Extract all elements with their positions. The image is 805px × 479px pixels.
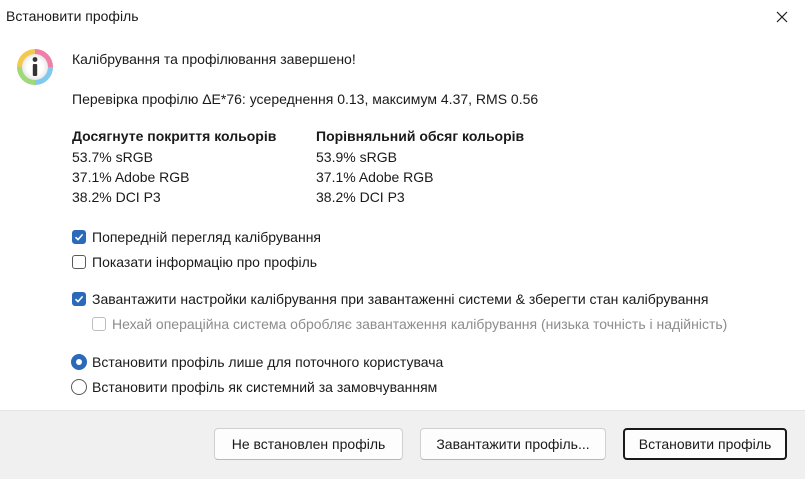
os-handles-calibration-label[interactable]: Нехай операційна система обробляє завант…	[112, 315, 727, 333]
dialog-content: Калібрування та профілювання завершено! …	[0, 34, 805, 410]
checkmark-icon	[74, 233, 84, 241]
headline: Калібрування та профілювання завершено!	[72, 51, 356, 67]
load-profile-button[interactable]: Завантажити профіль...	[420, 428, 606, 460]
install-profile-button[interactable]: Встановити профіль	[623, 428, 787, 460]
volume-dci-p3: 38.2% DCI P3	[316, 189, 405, 205]
install-system-default-radio[interactable]	[71, 379, 87, 395]
profile-check-result: Перевірка профілю ΔE*76: усереднення 0.1…	[72, 91, 539, 107]
preview-calibration-checkbox[interactable]	[72, 230, 86, 244]
install-current-user-radio[interactable]	[71, 354, 87, 370]
coverage-dci-p3: 38.2% DCI P3	[72, 189, 161, 205]
install-current-user-label[interactable]: Встановити профіль лише для поточного ко…	[92, 353, 443, 371]
coverage-header: Досягнуте покриття кольорів	[72, 128, 277, 144]
show-profile-info-label[interactable]: Показати інформацію про профіль	[92, 253, 317, 271]
show-profile-info-checkbox[interactable]	[72, 255, 86, 269]
preview-calibration-label[interactable]: Попередній перегляд калібрування	[92, 228, 321, 246]
window-title: Встановити профіль	[6, 8, 139, 24]
volume-srgb: 53.9% sRGB	[316, 149, 397, 165]
title-bar: Встановити профіль	[0, 0, 805, 34]
os-handles-calibration-checkbox[interactable]	[92, 317, 106, 331]
install-system-default-label[interactable]: Встановити профіль як системний за замов…	[92, 378, 437, 396]
volume-header: Порівняльний обсяг кольорів	[316, 128, 525, 144]
checkmark-icon	[74, 295, 84, 303]
close-icon	[776, 11, 788, 23]
load-on-startup-label[interactable]: Завантажити настройки калібрування при з…	[92, 290, 708, 308]
volume-adobe-rgb: 37.1% Adobe RGB	[316, 169, 434, 185]
coverage-srgb: 53.7% sRGB	[72, 149, 153, 165]
load-on-startup-checkbox[interactable]	[72, 292, 86, 306]
not-installed-profile-button[interactable]: Не встановлен профіль	[214, 428, 403, 460]
close-button[interactable]	[759, 0, 805, 34]
info-icon	[17, 49, 53, 85]
button-bar: Не встановлен профіль Завантажити профіл…	[0, 410, 805, 479]
coverage-adobe-rgb: 37.1% Adobe RGB	[72, 169, 190, 185]
